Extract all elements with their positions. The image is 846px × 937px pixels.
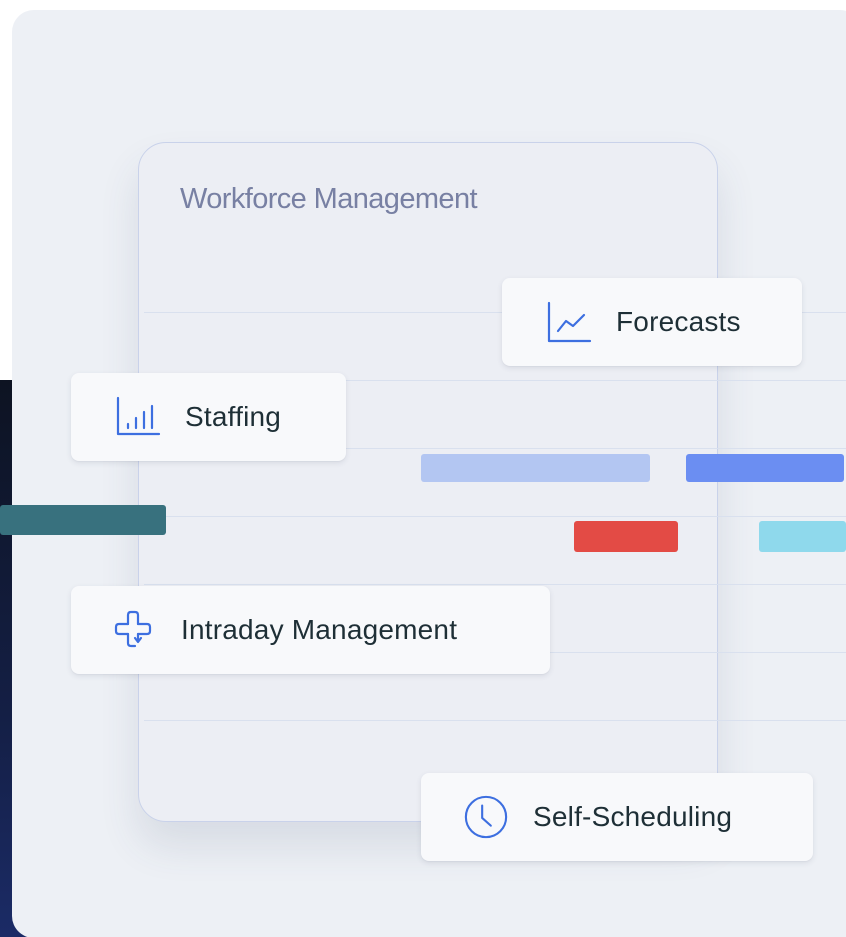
intraday-management-chip[interactable]: Intraday Management xyxy=(71,586,550,674)
clock-icon xyxy=(463,794,509,840)
schedule-gridline xyxy=(144,720,846,721)
self-scheduling-label: Self-Scheduling xyxy=(533,801,733,832)
schedule-bar-cyan xyxy=(759,521,846,552)
staffing-label: Staffing xyxy=(185,401,282,432)
schedule-gridline xyxy=(144,516,846,517)
intraday-management-label: Intraday Management xyxy=(181,614,458,645)
card-title: Workforce Management xyxy=(180,183,478,215)
intraday-arrows-icon xyxy=(111,607,157,653)
schedule-bar-teal xyxy=(0,505,166,535)
forecasts-label: Forecasts xyxy=(616,306,741,337)
forecasts-chip[interactable]: Forecasts xyxy=(502,278,802,366)
line-chart-icon xyxy=(546,299,592,345)
schedule-gridline xyxy=(144,584,846,585)
schedule-bar-blue xyxy=(686,454,844,482)
schedule-bar-red xyxy=(574,521,678,552)
workforce-management-illustration: Workforce Management Forecasts Staffing … xyxy=(0,0,846,937)
schedule-bar-light-blue xyxy=(421,454,650,482)
self-scheduling-chip[interactable]: Self-Scheduling xyxy=(421,773,813,861)
staffing-chip[interactable]: Staffing xyxy=(71,373,346,461)
bar-chart-icon xyxy=(115,394,161,440)
